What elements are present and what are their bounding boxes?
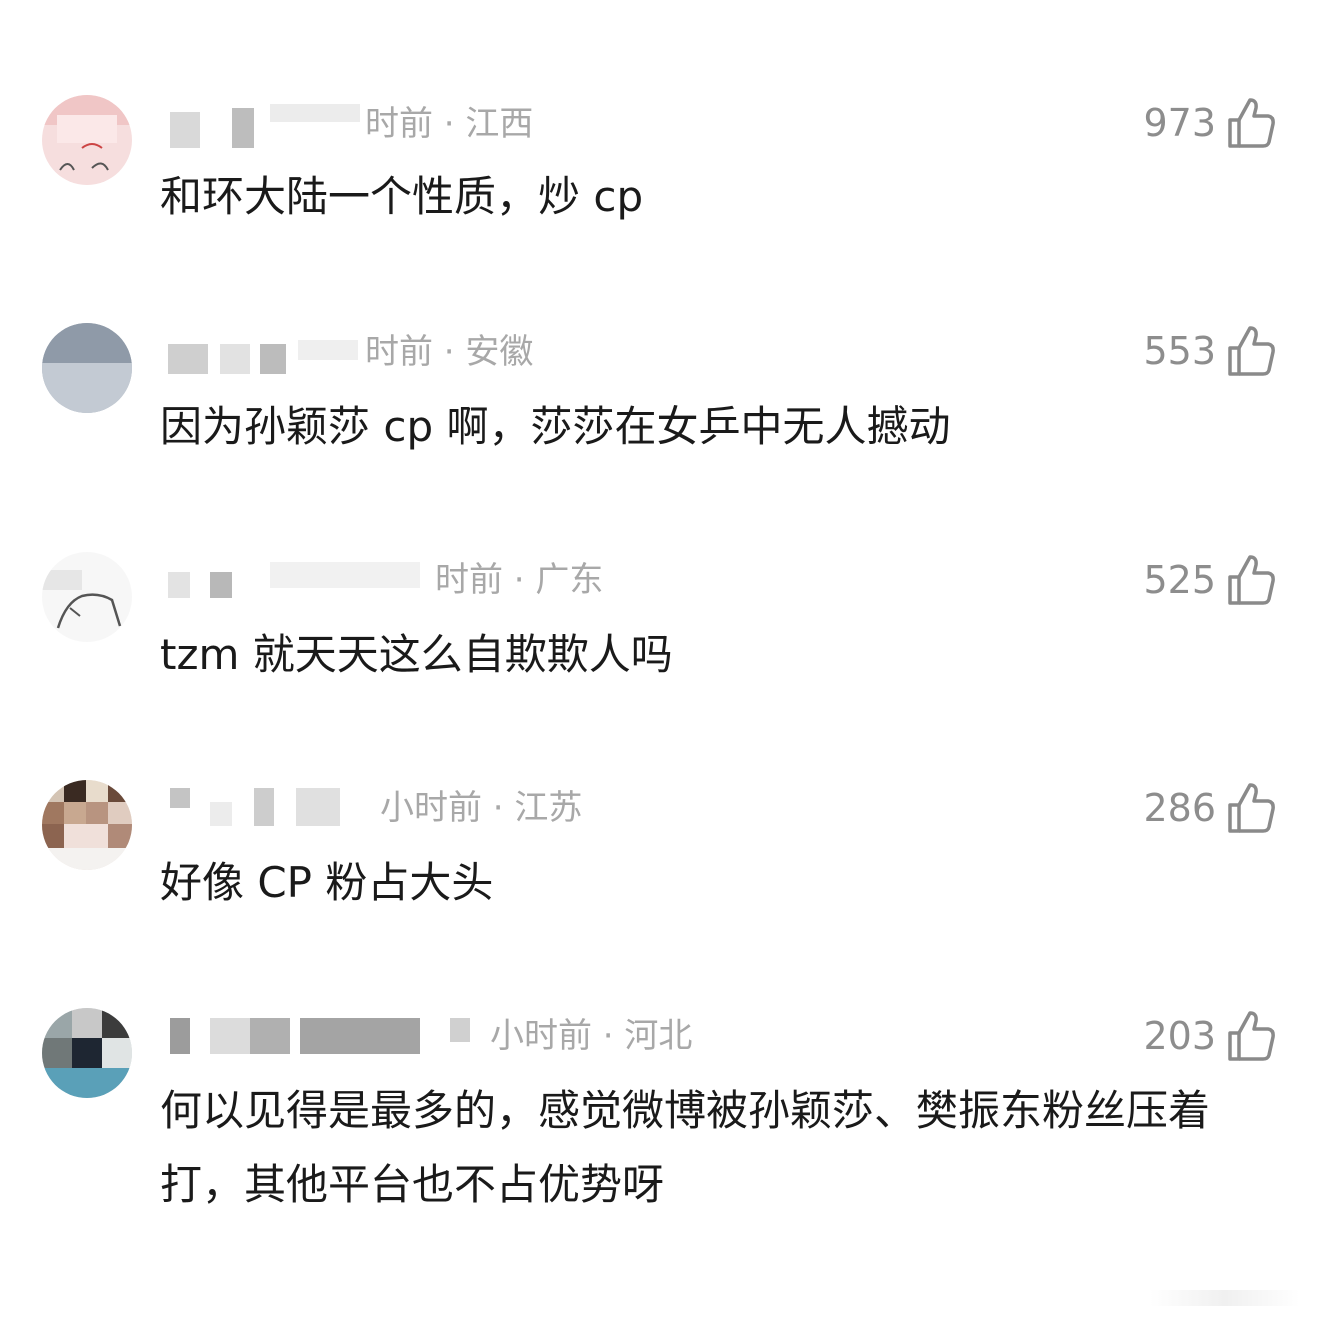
username-blurred[interactable]	[160, 102, 365, 148]
avatar[interactable]	[42, 95, 132, 185]
thumbs-up-icon[interactable]	[1226, 96, 1276, 150]
comment-text: 好像 CP 粉占大头	[160, 858, 494, 907]
comment-text: 何以见得是最多的，感觉微博被孙颖莎、樊振东粉丝压着打，其他平台也不占优势呀	[160, 1086, 1211, 1209]
comment-meta-text: 时前 · 广东	[435, 560, 604, 600]
username-blurred[interactable]	[160, 1014, 490, 1058]
thumbs-up-icon[interactable]	[1226, 324, 1276, 378]
avatar[interactable]	[42, 323, 132, 413]
comment-meta-text: 时前 · 江西	[365, 104, 534, 144]
username-blurred[interactable]	[160, 558, 435, 602]
like-group[interactable]: 553	[1143, 323, 1276, 379]
comment-meta: 时前 · 安徽	[160, 330, 533, 374]
like-group[interactable]: 525	[1143, 552, 1276, 608]
like-count: 525	[1143, 558, 1216, 602]
thumbs-up-icon[interactable]	[1226, 553, 1276, 607]
comment-meta: 时前 · 江西	[160, 102, 534, 148]
thumbs-up-icon[interactable]	[1226, 1009, 1276, 1063]
like-count: 286	[1143, 786, 1216, 830]
comment-meta: 小时前 · 江苏	[160, 786, 582, 830]
like-count: 973	[1143, 101, 1216, 145]
like-count: 553	[1143, 329, 1216, 373]
comment-meta: 小时前 · 河北	[160, 1014, 692, 1058]
comment-meta: 时前 · 广东	[160, 558, 603, 602]
comment-text: 和环大陆一个性质，炒 cp	[160, 172, 644, 221]
username-blurred[interactable]	[160, 786, 380, 830]
thumbs-up-icon[interactable]	[1226, 781, 1276, 835]
username-blurred[interactable]	[160, 330, 365, 374]
like-group[interactable]: 286	[1143, 780, 1276, 836]
like-group[interactable]: 973	[1143, 95, 1276, 151]
avatar[interactable]	[42, 780, 132, 870]
comment-meta-text: 时前 · 安徽	[365, 332, 534, 372]
like-count: 203	[1143, 1014, 1216, 1058]
comment-text: 因为孙颖莎 cp 啊，莎莎在女乒中无人撼动	[160, 402, 951, 451]
comment-meta-text: 小时前 · 河北	[490, 1016, 693, 1056]
avatar[interactable]	[42, 552, 132, 642]
comment-text: tzm 就天天这么自欺欺人吗	[160, 630, 673, 679]
comment-meta-text: 小时前 · 江苏	[380, 788, 583, 828]
watermark	[1150, 1290, 1300, 1306]
like-group[interactable]: 203	[1143, 1008, 1276, 1064]
avatar[interactable]	[42, 1008, 132, 1098]
